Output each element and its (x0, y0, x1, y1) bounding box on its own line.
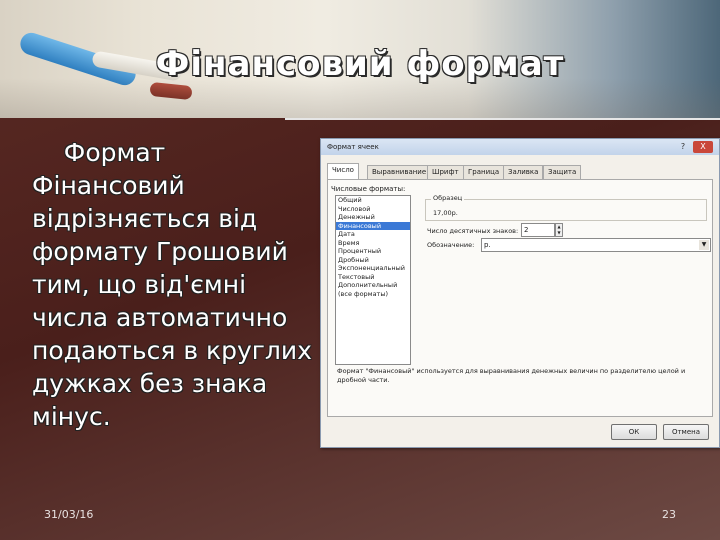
tab-alignment[interactable]: Выравнивание (367, 165, 432, 179)
category-list[interactable]: Общий Числовой Денежный Финансовый Дата … (335, 195, 411, 365)
tab-font[interactable]: Шрифт (427, 165, 464, 179)
symbol-select[interactable]: р. ▼ (481, 238, 711, 252)
decimals-spinner[interactable]: ▲ ▼ (555, 223, 563, 237)
sample-value: 17,00р. (433, 209, 458, 217)
slide-page-number: 23 (662, 508, 676, 521)
slide-body-text: Формат Фінансовий відрізняється від форм… (32, 138, 320, 431)
tab-number[interactable]: Число (327, 163, 359, 179)
category-item[interactable]: Время (336, 239, 410, 248)
cancel-button[interactable]: Отмена (663, 424, 709, 440)
category-item[interactable]: Дата (336, 230, 410, 239)
category-item[interactable]: Процентный (336, 247, 410, 256)
slide-title: Фінансовий формат (155, 44, 565, 84)
slide-date: 31/03/16 (44, 508, 94, 521)
close-icon[interactable]: X (693, 141, 713, 153)
decimals-label: Число десятичных знаков: (427, 227, 519, 235)
help-icon[interactable]: ? (676, 142, 690, 152)
sample-label: Образец (431, 194, 465, 202)
category-item[interactable]: Экспоненциальный (336, 264, 410, 273)
category-item-selected[interactable]: Финансовый (336, 221, 410, 230)
category-item[interactable]: Денежный (336, 213, 410, 222)
category-item[interactable]: Текстовый (336, 273, 410, 282)
symbol-value: р. (484, 241, 491, 249)
chevron-down-icon[interactable]: ▼ (699, 240, 709, 250)
category-item[interactable]: Числовой (336, 205, 410, 214)
dialog-titlebar: Формат ячеек ? X (321, 139, 719, 155)
category-item[interactable]: Общий (336, 196, 410, 205)
category-item[interactable]: Дополнительный (336, 281, 410, 290)
category-item[interactable]: (все форматы) (336, 290, 410, 299)
red-chalk-image (149, 81, 193, 101)
category-item[interactable]: Дробный (336, 256, 410, 265)
category-label: Числовые форматы: (331, 185, 406, 193)
tab-fill[interactable]: Заливка (503, 165, 544, 179)
format-description: Формат "Финансовый" используется для выр… (337, 367, 686, 384)
format-cells-dialog: Формат ячеек ? X Число Выравнивание Шриф… (320, 138, 720, 448)
title-divider (285, 118, 720, 120)
ok-button[interactable]: ОК (611, 424, 657, 440)
decimals-input[interactable]: 2 (521, 223, 555, 237)
dialog-title: Формат ячеек (327, 143, 379, 151)
tab-border[interactable]: Граница (463, 165, 505, 179)
tab-protection[interactable]: Защита (543, 165, 582, 179)
sample-group (425, 199, 707, 221)
symbol-label: Обозначение: (427, 241, 475, 249)
